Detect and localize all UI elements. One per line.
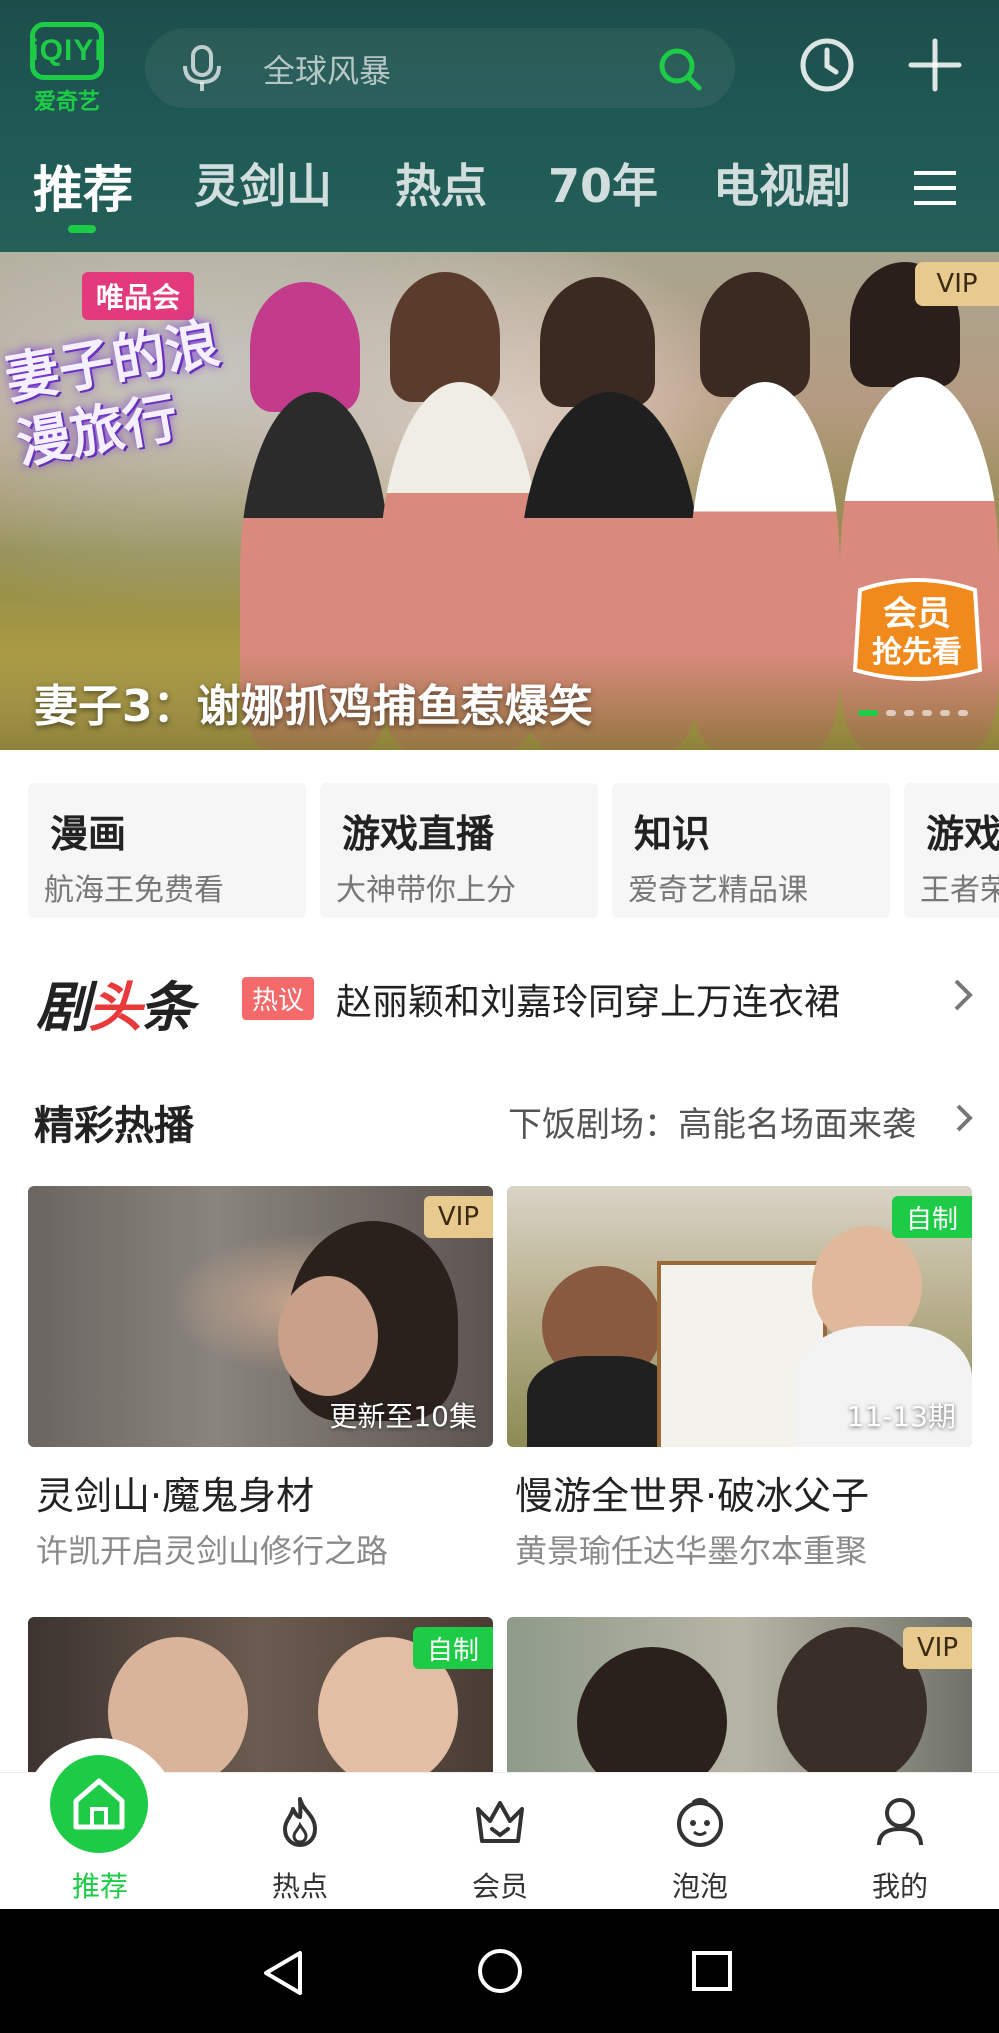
carousel-dots [858, 710, 968, 716]
tab-70years[interactable]: 70年 [548, 150, 658, 216]
tab-recommend[interactable]: 推荐 [33, 150, 133, 222]
svg-text:抢先看: 抢先看 [872, 635, 962, 670]
category-shortcuts: 漫画 航海王免费看 游戏直播 大神带你上分 知识 爱奇艺精品课 游戏 王者荣 [0, 783, 999, 923]
episode-info: 更新至10集 [329, 1400, 477, 1433]
category-card-games[interactable]: 游戏 王者荣 [904, 783, 999, 918]
member-early-access-badge: 会员 抢先看 [852, 578, 983, 681]
section-link[interactable]: 下饭剧场：高能名场面来袭 [508, 1097, 916, 1146]
video-thumbnail[interactable]: 自制 11-13期 [507, 1186, 972, 1447]
sponsor-tag: 唯品会 [82, 272, 195, 320]
home-button[interactable] [50, 1755, 148, 1853]
video-title: 灵剑山·魔鬼身材 [36, 1474, 315, 1518]
tabbar-item-vip[interactable]: 会员 [400, 1773, 600, 1910]
person-icon [877, 1798, 923, 1846]
vip-badge: VIP [915, 262, 999, 306]
tabbar-label: 推荐 [71, 1870, 128, 1903]
category-title: 知识 [634, 812, 711, 856]
headline-logo-part: 头 [88, 976, 142, 1039]
search-icon[interactable] [655, 44, 705, 94]
headline-text: 赵丽颖和刘嘉玲同穿上万连衣裙 [336, 982, 841, 1023]
search-input[interactable]: 全球风暴 [263, 46, 391, 92]
top-header: iQIYI 爱奇艺 全球风暴 推荐 灵剑山 热点 70年 电视剧 [0, 0, 999, 252]
original-badge: 自制 [891, 1196, 972, 1238]
category-card-game-live[interactable]: 游戏直播 大神带你上分 [320, 783, 598, 918]
thumbnail-figure [278, 1276, 378, 1396]
tabbar-item-me[interactable]: 我的 [800, 1773, 999, 1910]
show-logo: 妻子的浪漫旅行 [0, 311, 225, 476]
drama-headline[interactable]: 剧头条 热议 赵丽颖和刘嘉玲同穿上万连衣裙 [0, 955, 999, 1045]
logo-name: 爱奇艺 [33, 90, 100, 115]
category-subtitle: 王者荣 [920, 873, 999, 908]
tabbar-item-bubble[interactable]: 泡泡 [600, 1773, 800, 1910]
banner-figure [390, 272, 500, 402]
banner-title: 妻子3：谢娜抓鸡捕鱼惹爆笑 [34, 681, 593, 732]
banner-figure [540, 277, 655, 407]
video-subtitle: 黄景瑜任达华墨尔本重聚 [515, 1532, 868, 1570]
svg-text:会员: 会员 [883, 594, 951, 634]
carousel-dot [958, 710, 968, 716]
chevron-right-icon[interactable] [954, 1102, 974, 1134]
tab-lingjianshan[interactable]: 灵剑山 [194, 150, 332, 216]
carousel-dot [904, 710, 914, 716]
search-bar[interactable]: 全球风暴 [145, 28, 735, 108]
category-card-knowledge[interactable]: 知识 爱奇艺精品课 [612, 783, 890, 918]
video-subtitle: 许凯开启灵剑山修行之路 [36, 1532, 389, 1570]
carousel-dot [858, 710, 878, 716]
chevron-right-icon [954, 979, 973, 1011]
carousel-dot [940, 710, 950, 716]
video-card[interactable]: 自制 11-13期 慢游全世界·破冰父子 黄景瑜任达华墨尔本重聚 [507, 1186, 972, 1572]
home-icon [73, 1778, 125, 1830]
back-icon[interactable] [262, 1949, 306, 1997]
plus-icon[interactable] [906, 36, 964, 94]
hot-discussion-tag: 热议 [242, 977, 315, 1020]
section-title: 精彩热播 [34, 1103, 194, 1149]
original-badge: 自制 [412, 1627, 493, 1669]
video-title: 慢游全世界·破冰父子 [515, 1474, 870, 1518]
video-card[interactable]: VIP 更新至10集 灵剑山·魔鬼身材 许凯开启灵剑山修行之路 [28, 1186, 493, 1572]
category-title: 游戏直播 [342, 812, 495, 856]
category-card-comics[interactable]: 漫画 航海王免费看 [28, 783, 306, 918]
crown-icon [476, 1801, 524, 1843]
headline-logo: 剧头条 [36, 963, 194, 1042]
thumbnail-figure [577, 1647, 727, 1772]
tabbar-label: 泡泡 [671, 1870, 728, 1903]
video-card[interactable]: VIP [507, 1617, 972, 1772]
history-clock-icon[interactable] [798, 36, 856, 94]
carousel-dot [886, 710, 896, 716]
headline-logo-part: 条 [140, 976, 194, 1039]
carousel-dot [922, 710, 932, 716]
episode-info: 11-13期 [846, 1400, 956, 1433]
microphone-icon[interactable] [180, 44, 224, 94]
tabbar-label: 热点 [271, 1870, 328, 1903]
category-subtitle: 大神带你上分 [336, 873, 516, 908]
video-thumbnail[interactable]: VIP 更新至10集 [28, 1186, 493, 1447]
flame-icon [283, 1797, 317, 1847]
category-title: 漫画 [50, 812, 127, 856]
thumbnail-figure [527, 1356, 677, 1447]
iqiyi-logo[interactable]: iQIYI 爱奇艺 [30, 22, 110, 115]
menu-icon[interactable] [912, 168, 958, 208]
vip-badge: VIP [423, 1196, 493, 1238]
logo-mark: iQIYI [30, 22, 104, 80]
category-subtitle: 爱奇艺精品课 [628, 873, 808, 908]
banner-figure [700, 272, 810, 397]
home-circle-icon[interactable] [476, 1947, 524, 1995]
recent-apps-icon[interactable] [690, 1949, 734, 1993]
tabbar-item-hot[interactable]: 热点 [200, 1773, 400, 1910]
vip-badge: VIP [902, 1627, 972, 1669]
video-thumbnail[interactable]: VIP [507, 1617, 972, 1772]
category-title: 游戏 [926, 812, 999, 856]
tab-tv-series[interactable]: 电视剧 [713, 150, 851, 216]
bubble-face-icon [677, 1798, 723, 1847]
active-tab-indicator [68, 225, 96, 233]
tabbar-label: 我的 [871, 1870, 928, 1903]
android-navigation-bar [0, 1909, 999, 2033]
tabbar-label: 会员 [471, 1870, 528, 1903]
channel-tabs: 推荐 灵剑山 热点 70年 电视剧 [0, 150, 999, 230]
tab-hot[interactable]: 热点 [395, 150, 487, 216]
category-subtitle: 航海王免费看 [44, 873, 224, 908]
headline-logo-part: 剧 [36, 976, 90, 1039]
